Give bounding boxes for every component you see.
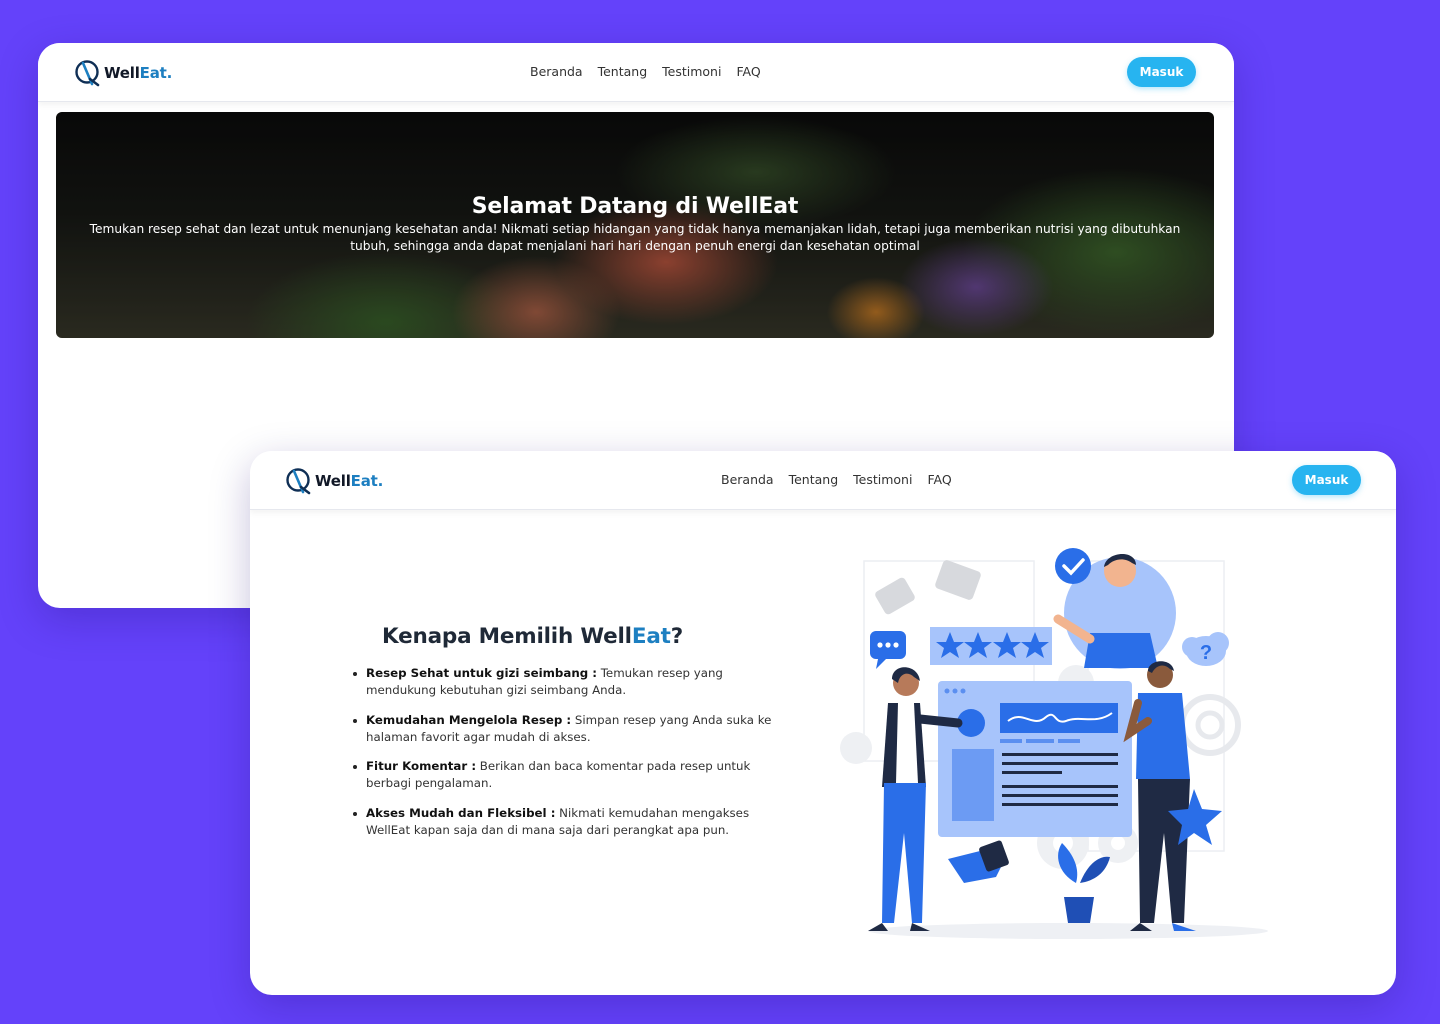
feature-item: Resep Sehat untuk gizi seimbang : Temuka… xyxy=(350,665,790,699)
section-title: Kenapa Memilih WellEat? xyxy=(382,624,683,649)
feature-item: Fitur Komentar : Berikan dan baca koment… xyxy=(350,758,790,792)
feature-item: Kemudahan Mengelola Resep : Simpan resep… xyxy=(350,712,790,746)
nav-link-beranda[interactable]: Beranda xyxy=(721,472,774,487)
login-button[interactable]: Masuk xyxy=(1127,57,1196,87)
feature-list: Resep Sehat untuk gizi seimbang : Temuka… xyxy=(350,665,790,851)
hero-banner: Selamat Datang di WellEat Temukan resep … xyxy=(56,112,1214,338)
brand-logo[interactable]: WellEat. xyxy=(74,57,172,89)
features-window: WellEat. Beranda Tentang Testimoni FAQ M… xyxy=(250,451,1396,995)
logo-text: WellEat. xyxy=(315,472,384,490)
nav-link-testimoni[interactable]: Testimoni xyxy=(662,64,721,79)
feature-item: Akses Mudah dan Fleksibel : Nikmati kemu… xyxy=(350,805,790,839)
logo-icon xyxy=(286,468,311,495)
nav-link-testimoni[interactable]: Testimoni xyxy=(853,472,912,487)
question-cloud-icon: ? xyxy=(1182,632,1229,666)
question-mark: ? xyxy=(1200,642,1212,664)
navbar: WellEat. Beranda Tentang Testimoni FAQ M… xyxy=(250,451,1396,510)
nav-link-faq[interactable]: FAQ xyxy=(736,64,760,79)
thumbs-up-icon xyxy=(875,560,981,615)
checkmark-icon xyxy=(1055,548,1091,584)
nav-link-faq[interactable]: FAQ xyxy=(927,472,951,487)
nav-link-tentang[interactable]: Tentang xyxy=(789,472,839,487)
logo-text: WellEat. xyxy=(104,64,173,82)
nav-links: Beranda Tentang Testimoni FAQ xyxy=(530,64,761,79)
hero-description: Temukan resep sehat dan lezat untuk menu… xyxy=(89,222,1181,253)
nav-link-tentang[interactable]: Tentang xyxy=(598,64,648,79)
login-button[interactable]: Masuk xyxy=(1292,465,1361,495)
hero-title: Selamat Datang di WellEat xyxy=(471,194,799,219)
nav-links: Beranda Tentang Testimoni FAQ xyxy=(721,472,952,487)
navbar: WellEat. Beranda Tentang Testimoni FAQ M… xyxy=(38,43,1234,102)
illustration: ? xyxy=(840,548,1268,939)
chat-bubble-icon xyxy=(870,631,906,669)
brand-logo[interactable]: WellEat. xyxy=(285,465,383,497)
nav-link-beranda[interactable]: Beranda xyxy=(530,64,583,79)
logo-icon xyxy=(75,60,100,87)
